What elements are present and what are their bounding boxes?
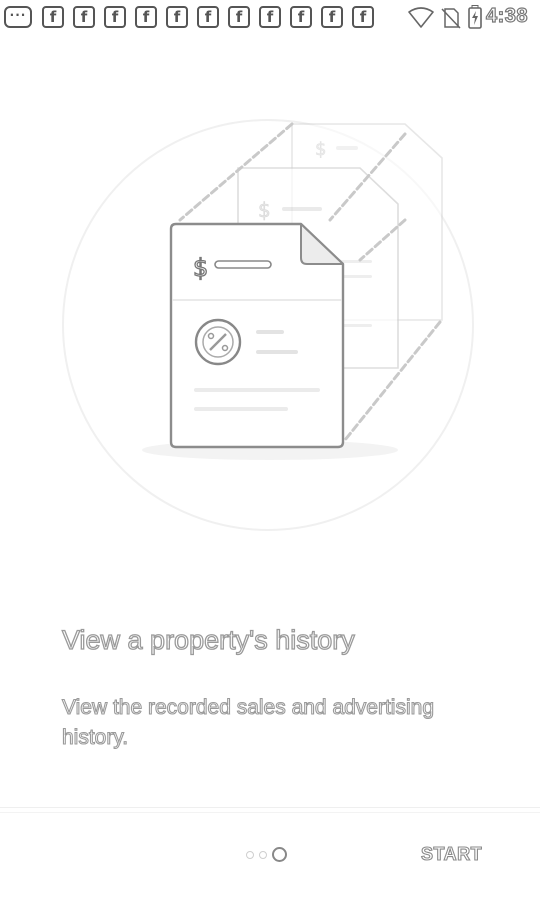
- page-dot[interactable]: [246, 850, 254, 859]
- status-bar: ··· f f f f f f f f f f f 4:38: [0, 0, 540, 33]
- facebook-icon: f: [197, 6, 219, 28]
- page-dot-active[interactable]: [272, 847, 287, 863]
- facebook-icon: f: [290, 6, 312, 28]
- facebook-icon: f: [42, 6, 64, 28]
- dollar-icon: $: [258, 198, 271, 222]
- discount-badge-icon: [194, 318, 242, 366]
- onboarding-title: View a property's history: [61, 624, 355, 655]
- facebook-icon: f: [166, 6, 188, 28]
- facebook-icon: f: [104, 6, 126, 28]
- start-button[interactable]: START: [420, 843, 482, 865]
- dollar-icon: $: [315, 139, 326, 160]
- page-dot[interactable]: [259, 850, 267, 859]
- facebook-icon: f: [73, 6, 95, 28]
- facebook-icon: f: [352, 6, 374, 28]
- page-indicator: [246, 846, 292, 863]
- battery-charging-icon: [468, 5, 482, 29]
- divider: [0, 807, 540, 808]
- status-time: 4:38: [485, 4, 529, 27]
- onboarding-description: View the recorded sales and advertising …: [61, 695, 435, 749]
- wifi-icon: [408, 7, 434, 28]
- no-sim-icon: [441, 8, 461, 29]
- divider: [0, 812, 540, 813]
- facebook-icon: f: [321, 6, 343, 28]
- document-icon: $: [169, 222, 345, 449]
- messages-icon: ···: [4, 6, 32, 28]
- property-history-illustration: $ $ $: [62, 119, 474, 531]
- facebook-icon: f: [228, 6, 250, 28]
- dollar-icon: $: [193, 254, 208, 282]
- facebook-icon: f: [259, 6, 281, 28]
- facebook-icon: f: [135, 6, 157, 28]
